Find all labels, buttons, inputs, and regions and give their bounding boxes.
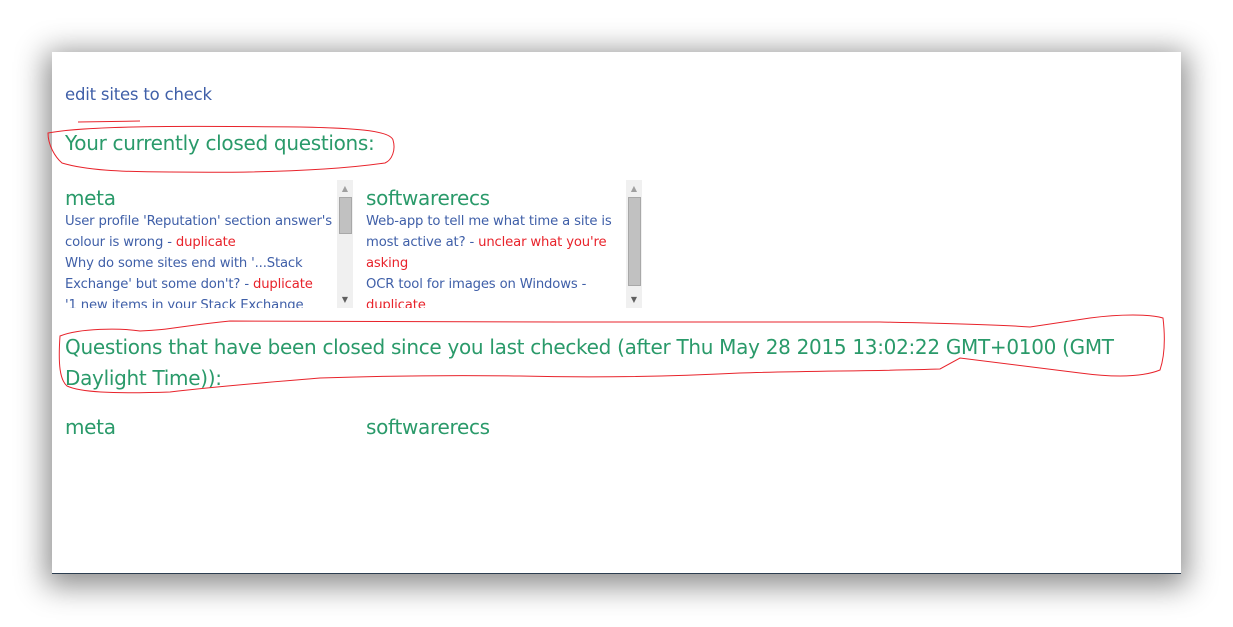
question-link[interactable]: '1 new items in your Stack Exchange (65, 298, 304, 308)
site-box-softwarerecs[interactable]: softwarerecs Web-app to tell me what tim… (366, 180, 642, 308)
current-closed-heading: Your currently closed questions: (65, 131, 375, 155)
scrollbar-softwarerecs[interactable]: ▲ ▼ (626, 180, 642, 308)
since-site-name-meta: meta (65, 415, 116, 439)
site-box-meta[interactable]: meta User profile 'Reputation' section a… (65, 180, 353, 308)
question-list-softwarerecs: Web-app to tell me what time a site is m… (366, 211, 624, 308)
edit-sites-link[interactable]: edit sites to check (65, 85, 212, 104)
separator: - (240, 277, 253, 292)
list-item: Web-app to tell me what time a site is m… (366, 211, 624, 274)
list-item: Why do some sites end with '...Stack Exc… (65, 253, 335, 295)
page-container: edit sites to check Your currently close… (52, 52, 1181, 574)
question-link[interactable]: OCR tool for images on Windows (366, 277, 578, 292)
since-site-name-softwarerecs: softwarerecs (366, 415, 490, 439)
separator: - (577, 277, 587, 292)
list-item: OCR tool for images on Windows - duplica… (366, 274, 624, 308)
separator: - (465, 235, 479, 250)
separator: - (163, 235, 176, 250)
close-reason: duplicate (252, 277, 313, 292)
scrollbar-meta[interactable]: ▲ ▼ (337, 180, 353, 308)
close-reason: duplicate (175, 235, 236, 250)
scroll-down-arrow-icon[interactable]: ▼ (337, 291, 353, 308)
scroll-down-arrow-icon[interactable]: ▼ (626, 291, 642, 308)
close-reason: duplicate (366, 298, 426, 308)
scroll-up-arrow-icon[interactable]: ▲ (626, 180, 642, 197)
list-item: User profile 'Reputation' section answer… (65, 211, 335, 253)
scroll-up-arrow-icon[interactable]: ▲ (337, 180, 353, 197)
scrollbar-thumb[interactable] (339, 197, 352, 234)
site-name-meta: meta (65, 186, 116, 210)
site-name-softwarerecs: softwarerecs (366, 186, 490, 210)
since-last-checked-heading: Questions that have been closed since yo… (65, 335, 1114, 390)
scrollbar-thumb[interactable] (628, 197, 641, 286)
question-list-meta: User profile 'Reputation' section answer… (65, 211, 335, 308)
list-item: '1 new items in your Stack Exchange (65, 295, 335, 308)
